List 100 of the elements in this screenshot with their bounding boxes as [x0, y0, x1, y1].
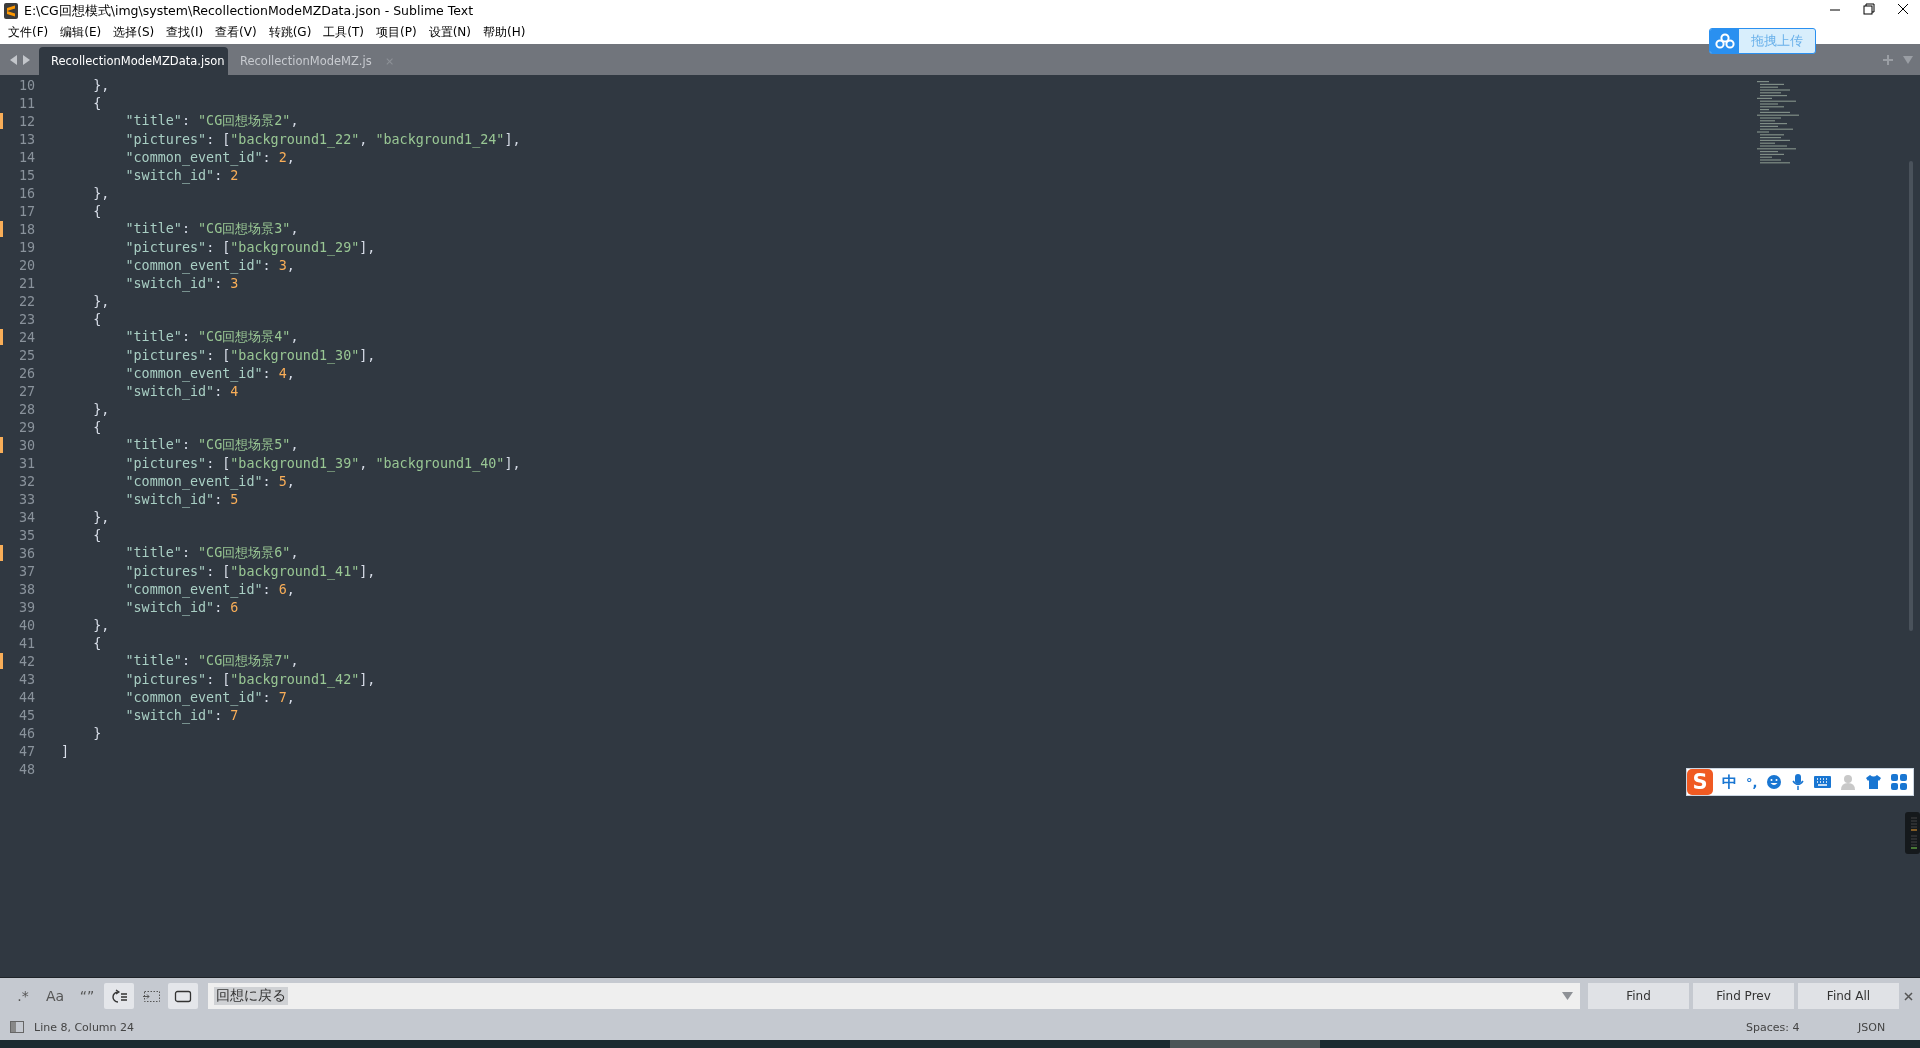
line-number: 39 [17, 599, 35, 615]
code-line: "common_event_id": 7, [124, 689, 295, 705]
highlight-toggle[interactable] [168, 983, 198, 1009]
meter-widget[interactable] [1905, 812, 1920, 854]
menu-item[interactable]: 文件(F) [2, 23, 55, 41]
code-line: "common_event_id": 2, [124, 149, 295, 165]
dropdown-icon[interactable] [1561, 991, 1574, 1001]
line-number: 38 [17, 581, 35, 597]
code-line: { [92, 635, 102, 651]
left-arrow-icon[interactable] [9, 54, 18, 66]
punctuation-mode[interactable]: °, [1746, 774, 1758, 790]
highlight-icon [174, 988, 192, 1004]
line-number: 46 [17, 725, 35, 741]
line-number: 25 [17, 347, 35, 363]
code-line: "switch_id": 4 [124, 383, 239, 399]
right-arrow-icon[interactable] [22, 54, 31, 66]
line-number: 31 [17, 455, 35, 471]
code-line: "common_event_id": 6, [124, 581, 295, 597]
code-line: "switch_id": 2 [124, 167, 239, 183]
code-line: "switch_id": 7 [124, 707, 239, 723]
line-number: 21 [17, 275, 35, 291]
code-line: }, [92, 293, 110, 309]
line-number: 36 [17, 545, 35, 561]
menu-item[interactable]: 查找(I) [160, 23, 210, 41]
menu-item[interactable]: 选择(S) [107, 23, 161, 41]
line-number: 22 [17, 293, 35, 309]
code-line: "title": "CG回想场景7", [124, 652, 299, 670]
line-number: 13 [17, 131, 35, 147]
line-number: 41 [17, 635, 35, 651]
line-number: 11 [17, 95, 35, 111]
find-button[interactable]: Find [1588, 983, 1689, 1009]
cloud-icon [1714, 33, 1735, 49]
line-number: 30 [17, 437, 35, 453]
apps-icon[interactable] [1891, 774, 1908, 790]
search-field[interactable]: 回想に戻る [208, 983, 1580, 1009]
wrap-toggle[interactable] [104, 983, 134, 1009]
line-number: 47 [17, 743, 35, 759]
menu-item[interactable]: 编辑(E) [54, 23, 108, 41]
code-line: "pictures": ["background1_41"], [124, 563, 376, 579]
find-button[interactable]: Find All [1798, 983, 1899, 1009]
line-number: 27 [17, 383, 35, 399]
code-line: "title": "CG回想场景6", [124, 544, 299, 562]
line-number: 16 [17, 185, 35, 201]
menu-item[interactable]: 帮助(H) [477, 23, 532, 41]
tab[interactable]: RecollectionModeMZData.json [39, 47, 228, 75]
keyboard-icon[interactable] [1814, 774, 1832, 790]
code-line: }, [92, 401, 110, 417]
menu-item[interactable]: 项目(P) [370, 23, 423, 41]
in-selection-icon [141, 988, 161, 1004]
line-number: 34 [17, 509, 35, 525]
sidebar-toggle-icon[interactable] [10, 1021, 24, 1033]
regex-toggle[interactable]: .* [8, 983, 38, 1009]
line-number: 28 [17, 401, 35, 417]
code-line: { [92, 311, 102, 327]
line-number: 24 [17, 329, 35, 345]
code-line: "pictures": ["background1_22", "background1_24"], [124, 131, 521, 147]
code-line: { [92, 419, 102, 435]
code-line: "title": "CG回想场景3", [124, 220, 299, 238]
line-number: 40 [17, 617, 35, 633]
microphone-icon[interactable] [1791, 774, 1806, 790]
app-logo-icon [4, 3, 18, 19]
code-line: "common_event_id": 3, [124, 257, 295, 273]
find-button[interactable]: Find Prev [1693, 983, 1794, 1009]
case-toggle[interactable]: Aa [40, 983, 70, 1009]
line-number: 20 [17, 257, 35, 273]
line-number: 26 [17, 365, 35, 381]
code-line: }, [92, 77, 110, 93]
code-line: "title": "CG回想场景4", [124, 328, 299, 346]
word-toggle[interactable]: “” [72, 983, 102, 1009]
line-number: 43 [17, 671, 35, 687]
input-mode[interactable]: 中 [1722, 772, 1737, 792]
menu-item[interactable]: 工具(T) [317, 23, 371, 41]
code-line: "pictures": ["background1_29"], [124, 239, 376, 255]
line-number: 44 [17, 689, 35, 705]
line-number: 32 [17, 473, 35, 489]
menu-item[interactable]: 转跳(G) [262, 23, 318, 41]
code-line: "title": "CG回想场景5", [124, 436, 299, 454]
code-line: "switch_id": 3 [124, 275, 239, 291]
line-number: 35 [17, 527, 35, 543]
menu-item[interactable]: 设置(N) [422, 23, 477, 41]
code-line: { [92, 527, 102, 543]
code-line: "pictures": ["background1_30"], [124, 347, 376, 363]
code-line: "common_event_id": 5, [124, 473, 295, 489]
code-line: }, [92, 509, 110, 525]
emoji-icon[interactable] [1766, 774, 1783, 790]
syntax-setting[interactable]: JSON [1858, 1020, 1920, 1034]
window-title: E:\CG回想模式\img\system\RecollectionModeMZData.json - Sublime Text [24, 2, 475, 20]
wrap-icon [110, 988, 128, 1004]
shirt-icon[interactable] [1865, 774, 1883, 790]
line-number: 33 [17, 491, 35, 507]
menu-item[interactable]: 查看(V) [209, 23, 263, 41]
line-number: 17 [17, 203, 35, 219]
cursor-position: Line 8, Column 24 [34, 1020, 136, 1034]
code-line: } [92, 725, 102, 741]
code-line: "pictures": ["background1_42"], [124, 671, 376, 687]
line-number: 10 [17, 77, 35, 93]
line-number: 23 [17, 311, 35, 327]
indentation-setting[interactable]: Spaces: 4 [1746, 1020, 1858, 1034]
line-number: 14 [17, 149, 35, 165]
line-number: 15 [17, 167, 35, 183]
